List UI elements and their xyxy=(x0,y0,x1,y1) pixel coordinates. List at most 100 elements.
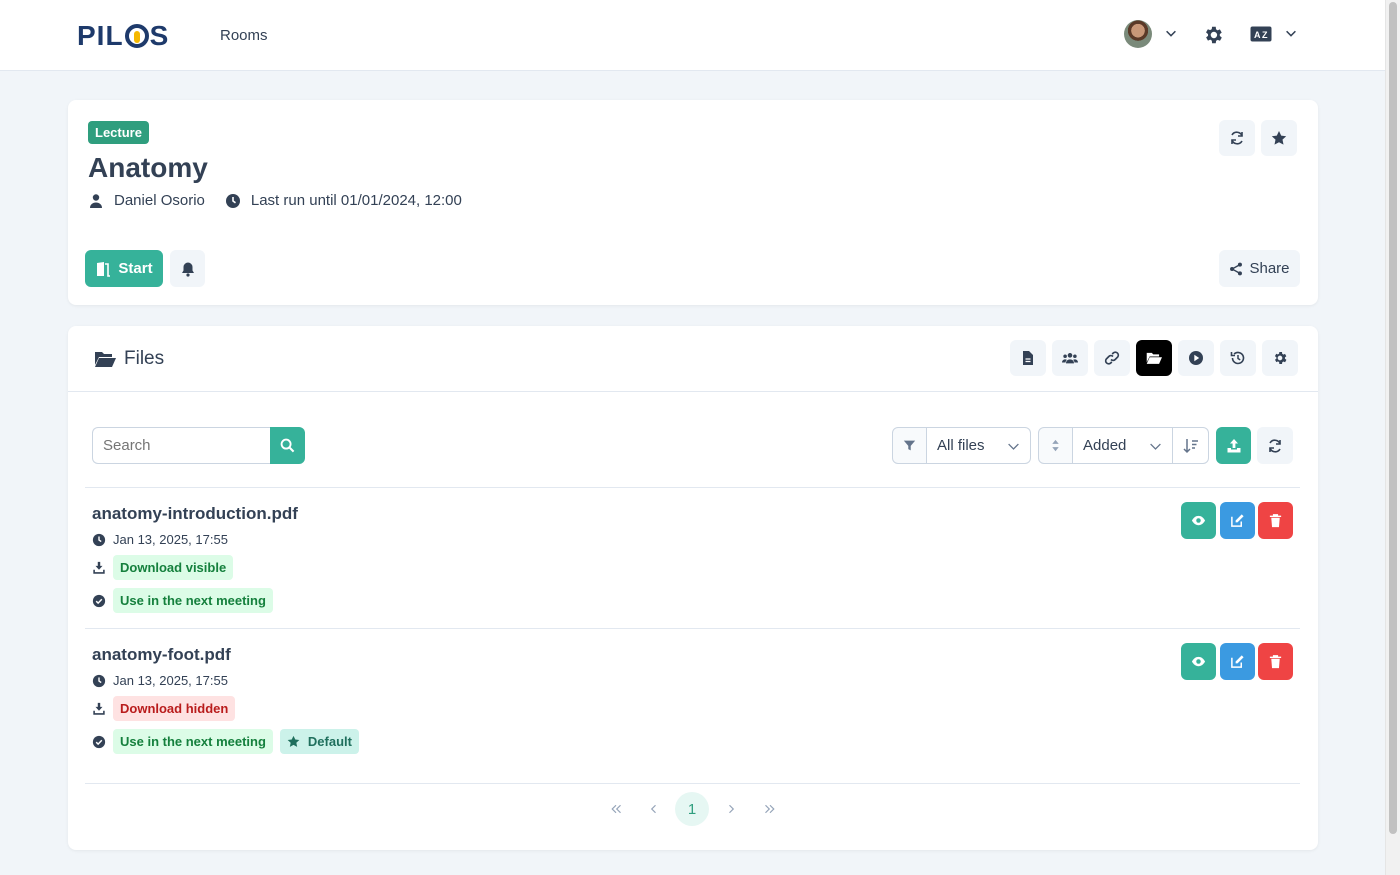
next-page-button[interactable] xyxy=(714,792,748,826)
reload-files-button[interactable] xyxy=(1257,427,1293,464)
tab-recordings[interactable] xyxy=(1178,340,1214,376)
page-button-current[interactable]: 1 xyxy=(675,792,709,826)
tab-history[interactable] xyxy=(1220,340,1256,376)
download-hidden-tag: Download hidden xyxy=(113,696,236,721)
default-tag: Default xyxy=(279,729,359,754)
language-icon[interactable]: AZ xyxy=(1250,26,1272,42)
first-page-button[interactable] xyxy=(599,792,633,826)
files-title-text: Files xyxy=(124,348,165,369)
gear-icon xyxy=(1274,352,1287,364)
files-card: Files All files xyxy=(68,326,1318,850)
tab-description[interactable] xyxy=(1010,340,1046,376)
scrollbar-thumb[interactable] xyxy=(1389,2,1397,834)
file-date-line: Jan 13, 2025, 17:55 xyxy=(92,673,1293,688)
trash-icon xyxy=(1269,514,1282,528)
search-button[interactable] xyxy=(270,427,305,464)
history-icon xyxy=(1230,351,1245,365)
file-icon xyxy=(1023,351,1033,365)
last-run-text: Last run until 01/01/2024, 12:00 xyxy=(250,192,462,209)
eye-icon xyxy=(1191,656,1206,667)
file-date: Jan 13, 2025, 17:55 xyxy=(113,532,228,547)
eye-icon xyxy=(1191,515,1206,526)
use-next-meeting-tag: Use in the next meeting xyxy=(113,729,273,754)
file-name: anatomy-foot.pdf xyxy=(92,645,231,664)
chevron-down-icon xyxy=(1008,443,1019,450)
page-scrollbar[interactable] xyxy=(1385,0,1400,875)
sort-select[interactable]: Added xyxy=(1073,427,1173,464)
sort-icon xyxy=(1052,439,1059,452)
filter-value: All files xyxy=(937,437,985,454)
trash-icon xyxy=(1269,655,1282,669)
filter-select[interactable]: All files xyxy=(927,427,1031,464)
user-avatar[interactable] xyxy=(1124,20,1152,48)
gear-icon[interactable] xyxy=(1202,24,1224,46)
pilos-logo[interactable]: PIL S xyxy=(77,20,169,52)
filter-icon xyxy=(903,440,916,451)
file-row: anatomy-introduction.pdf Jan 13, 2025, 1… xyxy=(92,488,1293,628)
chevron-left-icon xyxy=(650,804,656,814)
play-icon xyxy=(1189,351,1203,365)
share-button[interactable]: Share xyxy=(1219,250,1300,287)
file-name: anatomy-introduction.pdf xyxy=(92,504,298,523)
user-icon xyxy=(90,193,102,208)
files-title: Files xyxy=(94,348,164,370)
edit-file-button[interactable] xyxy=(1220,643,1255,680)
sort-value: Added xyxy=(1083,437,1127,454)
pagination: 1 xyxy=(68,792,1318,826)
last-page-button[interactable] xyxy=(753,792,787,826)
file-row: anatomy-foot.pdf Jan 13, 2025, 17:55 Dow… xyxy=(92,629,1293,779)
nav-rooms-link[interactable]: Rooms xyxy=(220,27,268,44)
sort-addon xyxy=(1038,427,1073,464)
room-header-card: Lecture Anatomy Daniel Osorio Last run u… xyxy=(68,100,1318,305)
file-download-line: Download hidden xyxy=(92,696,1293,721)
tab-settings[interactable] xyxy=(1262,340,1298,376)
favorite-button[interactable] xyxy=(1261,120,1297,156)
link-icon xyxy=(1104,351,1120,365)
chevron-down-icon[interactable] xyxy=(1284,26,1298,40)
divider xyxy=(85,783,1300,784)
edit-file-button[interactable] xyxy=(1220,502,1255,539)
tab-files[interactable] xyxy=(1136,340,1172,376)
upload-icon xyxy=(1227,438,1240,452)
svg-text:Z: Z xyxy=(1262,30,1268,40)
download-icon xyxy=(93,702,105,715)
view-file-button[interactable] xyxy=(1181,502,1216,539)
filter-addon xyxy=(892,427,927,464)
search-input[interactable] xyxy=(92,427,271,464)
start-meeting-button[interactable]: Start xyxy=(85,250,163,287)
share-label: Share xyxy=(1249,260,1290,277)
file-date-line: Jan 13, 2025, 17:55 xyxy=(92,532,1293,547)
sort-direction-button[interactable] xyxy=(1173,427,1209,464)
prev-page-button[interactable] xyxy=(637,792,671,826)
top-navbar: PIL S Rooms AZ xyxy=(0,0,1385,71)
folder-open-icon xyxy=(95,352,116,367)
file-use-line: Use in the next meeting Default xyxy=(92,729,1293,754)
clock-icon xyxy=(92,533,106,546)
sort-desc-icon xyxy=(1182,438,1198,453)
bell-icon xyxy=(181,262,194,277)
chevron-down-icon xyxy=(1150,443,1161,450)
notify-button[interactable] xyxy=(170,250,205,287)
check-circle-icon xyxy=(92,594,106,607)
room-meta: Daniel Osorio Last run until 01/01/2024,… xyxy=(88,192,462,209)
default-tag-label: Default xyxy=(307,734,352,749)
view-file-button[interactable] xyxy=(1181,643,1216,680)
room-owner: Daniel Osorio xyxy=(114,192,205,209)
upload-button[interactable] xyxy=(1216,427,1251,464)
star-icon xyxy=(1271,131,1287,145)
delete-file-button[interactable] xyxy=(1258,643,1293,680)
start-label: Start xyxy=(118,260,153,277)
delete-file-button[interactable] xyxy=(1258,502,1293,539)
door-icon xyxy=(97,261,111,277)
refresh-icon xyxy=(1231,131,1243,145)
chevron-down-icon[interactable] xyxy=(1164,26,1178,40)
chevrons-left-icon xyxy=(611,804,621,814)
refresh-icon xyxy=(1269,438,1281,453)
tab-links[interactable] xyxy=(1094,340,1130,376)
chevron-right-icon xyxy=(729,804,735,814)
room-type-badge: Lecture xyxy=(88,121,149,144)
tab-members[interactable] xyxy=(1052,340,1088,376)
reload-room-button[interactable] xyxy=(1219,120,1255,156)
file-use-line: Use in the next meeting xyxy=(92,588,1293,613)
check-circle-icon xyxy=(92,735,106,748)
